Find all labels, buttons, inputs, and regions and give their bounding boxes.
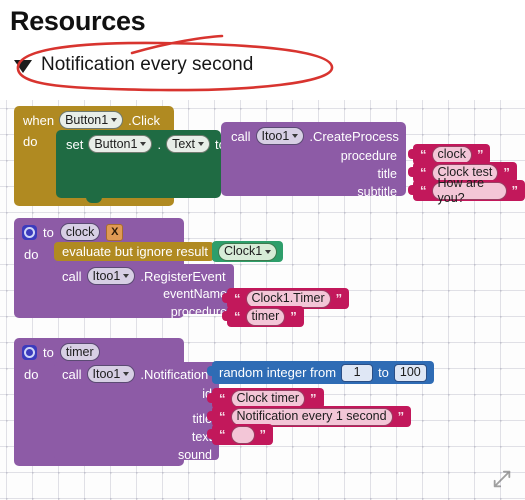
- chevron-down-icon[interactable]: [198, 142, 204, 146]
- random-to-label: to: [378, 365, 389, 380]
- procedure-header-row: to timer: [22, 343, 100, 361]
- setter-block-button1-text[interactable]: set Button1 . Text to: [56, 130, 226, 198]
- quote-close: ”: [476, 147, 484, 162]
- quote-open: “: [420, 183, 427, 198]
- param-label-subtitle: subtitle: [357, 185, 397, 199]
- quote-close: ”: [335, 291, 343, 306]
- component-value-block-clock1[interactable]: Clock1: [212, 241, 284, 262]
- evaluate-but-ignore-block[interactable]: evaluate but ignore result: [54, 242, 214, 261]
- param-label-eventname: eventName: [163, 287, 227, 301]
- string-value-notif-sound[interactable]: [230, 425, 255, 444]
- chevron-down-icon[interactable]: [140, 142, 147, 146]
- dot-separator: .: [157, 136, 162, 152]
- quote-open: “: [234, 309, 241, 324]
- param-label-title: title: [377, 167, 397, 181]
- call-component-dropdown[interactable]: Itoo1: [86, 267, 136, 285]
- string-value-subtitle[interactable]: How are you?: [431, 176, 507, 205]
- param-label-procedure: procedure: [340, 149, 397, 163]
- string-value-eventname[interactable]: Clock1.Timer: [245, 289, 331, 308]
- call-label: call: [62, 366, 82, 382]
- component-dropdown-clock1[interactable]: Clock1: [218, 242, 278, 261]
- quote-close: ”: [511, 183, 519, 198]
- block-notch: [86, 197, 102, 203]
- random-from-label: random integer from: [219, 365, 337, 380]
- call-block-createprocess[interactable]: call Itoo1 .CreateProcess procedure titl…: [221, 122, 406, 199]
- call-header-row: call Itoo1 .CreateProcess: [231, 127, 399, 145]
- collapse-toggle-row[interactable]: Notification every second: [14, 54, 253, 76]
- do-label: do: [24, 367, 39, 382]
- method-name-label: .RegisterEvent: [140, 268, 226, 284]
- component-dropdown-button1[interactable]: Button1: [59, 111, 124, 129]
- chevron-down-icon[interactable]: [123, 372, 130, 376]
- quote-open: “: [420, 147, 427, 162]
- page-title: Resources: [10, 6, 146, 36]
- set-label: set: [66, 136, 84, 152]
- triangle-down-icon[interactable]: [14, 60, 32, 73]
- when-label: when: [23, 112, 55, 128]
- quote-open: “: [420, 165, 427, 180]
- string-value-notif-text[interactable]: Notification every 1 second: [230, 407, 393, 426]
- event-block-button1-click[interactable]: when Button1 .Click do set Button1 . Tex…: [14, 106, 226, 206]
- math-block-random-integer[interactable]: random integer from 1 to 100: [207, 361, 434, 384]
- string-block-notif-sound[interactable]: “ ”: [207, 424, 273, 445]
- event-block-header: when Button1 .Click: [23, 111, 160, 129]
- gear-icon[interactable]: [22, 344, 37, 360]
- method-name-label: .Notification: [140, 366, 209, 382]
- call-component-dropdown[interactable]: Itoo1: [255, 127, 305, 145]
- procedure-block-clock[interactable]: to clock X do evaluate but ignore result…: [14, 218, 284, 319]
- gear-icon[interactable]: [22, 224, 37, 240]
- call-component-dropdown[interactable]: Itoo1: [86, 365, 136, 383]
- event-name-label: .Click: [128, 112, 160, 128]
- quote-close: ”: [503, 165, 510, 180]
- param-label-procedure: procedure: [170, 305, 227, 319]
- chevron-down-icon[interactable]: [111, 118, 118, 122]
- do-label: do: [23, 134, 38, 149]
- quote-open: “: [219, 427, 226, 442]
- expand-diagonal-arrows-icon[interactable]: [491, 468, 513, 490]
- procedure-header-row: to clock X: [22, 223, 124, 241]
- string-block-procedure-timer[interactable]: “ timer ”: [222, 306, 304, 327]
- chevron-down-icon[interactable]: [265, 249, 272, 254]
- quote-open: “: [219, 391, 226, 406]
- blocks-canvas[interactable]: when Button1 .Click do set Button1 . Tex…: [0, 100, 525, 500]
- param-label-sound: sound: [177, 448, 212, 462]
- to-label: to: [43, 344, 54, 360]
- procedure-block-timer[interactable]: to timer do call Itoo1 .Notification id …: [14, 338, 219, 466]
- quote-close: ”: [259, 427, 267, 442]
- quote-close: ”: [290, 309, 297, 324]
- chevron-down-icon[interactable]: [123, 274, 130, 278]
- method-name-label: .CreateProcess: [309, 128, 399, 144]
- procedure-name-field[interactable]: timer: [59, 343, 100, 361]
- setter-row: set Button1 . Text to: [66, 135, 226, 153]
- close-icon[interactable]: X: [106, 223, 124, 241]
- string-value-procedure[interactable]: clock: [431, 145, 472, 164]
- procedure-name-field[interactable]: clock: [59, 223, 101, 241]
- random-from-value[interactable]: 1: [341, 363, 374, 382]
- quote-open: “: [219, 409, 226, 424]
- string-value-notif-title[interactable]: Clock timer: [230, 389, 306, 408]
- call-label: call: [231, 128, 251, 144]
- collapse-label: Notification every second: [41, 54, 254, 75]
- quote-close: ”: [397, 409, 405, 424]
- call-header-row: call Itoo1 .Notification: [62, 365, 208, 383]
- do-label: do: [24, 247, 39, 262]
- quote-open: “: [234, 291, 241, 306]
- evaluate-label: evaluate but ignore result: [62, 244, 208, 259]
- setter-component-dropdown[interactable]: Button1: [88, 135, 153, 153]
- call-block-registerevent[interactable]: call Itoo1 .RegisterEvent eventName proc…: [54, 264, 234, 319]
- call-label: call: [62, 268, 82, 284]
- blocks-editor-screen: Resources Notification every second when…: [0, 0, 525, 500]
- string-block-subtitle[interactable]: “ How are you? ”: [408, 176, 525, 205]
- random-to-value[interactable]: 100: [393, 363, 427, 382]
- string-value-procedure-timer[interactable]: timer: [245, 307, 286, 326]
- to-label: to: [43, 224, 54, 240]
- chevron-down-icon[interactable]: [292, 134, 299, 138]
- call-block-notification[interactable]: call Itoo1 .Notification id title text s…: [54, 362, 219, 462]
- call-header-row: call Itoo1 .RegisterEvent: [62, 267, 226, 285]
- setter-property-dropdown[interactable]: Text: [166, 135, 210, 153]
- quote-close: ”: [310, 391, 317, 406]
